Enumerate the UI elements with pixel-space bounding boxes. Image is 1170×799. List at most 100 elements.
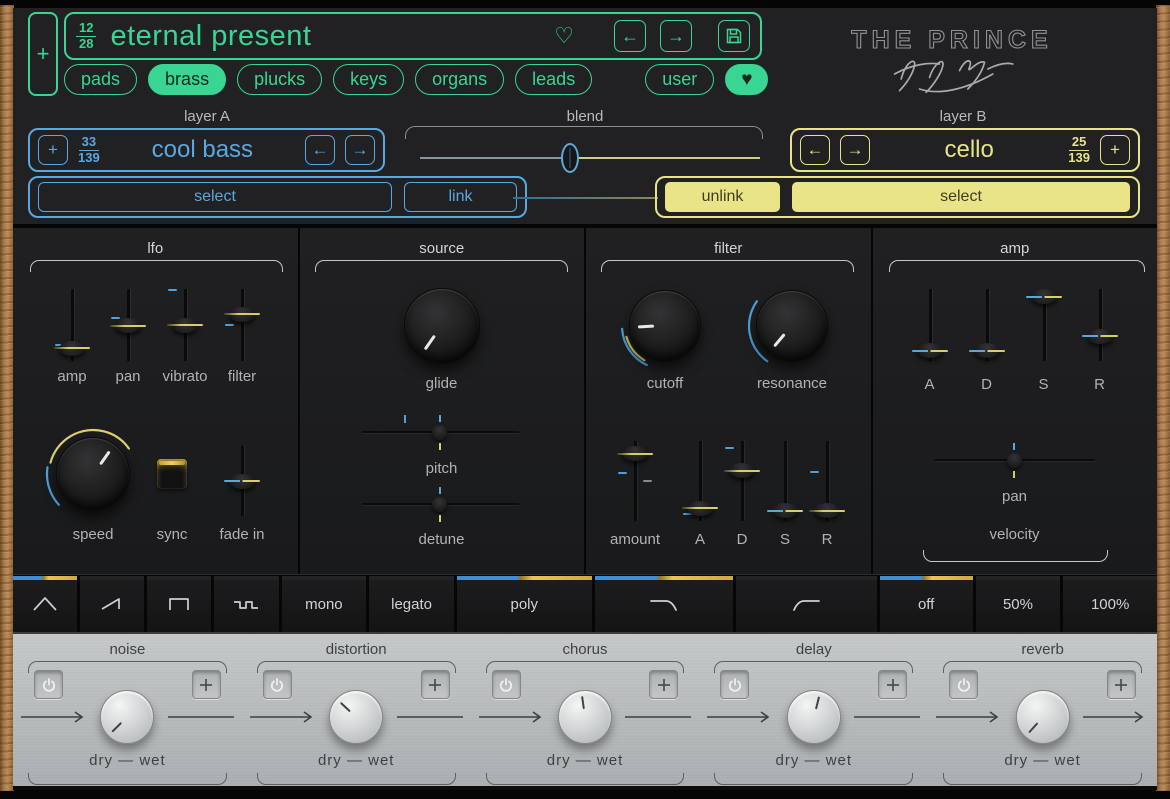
slider-handle[interactable] <box>59 341 85 356</box>
filter-attack-slider[interactable] <box>678 441 722 521</box>
distortion-power-button[interactable] <box>263 670 292 699</box>
amp-sustain-slider[interactable] <box>1022 289 1066 361</box>
lfo-panel: lfo <box>13 228 298 574</box>
velocity-100-button[interactable]: 100% <box>1063 576 1157 632</box>
distortion-drywet-knob[interactable] <box>329 690 383 744</box>
pitch-slider[interactable] <box>362 424 519 440</box>
velocity-50-button[interactable]: 50% <box>976 576 1061 632</box>
slider-handle[interactable] <box>729 463 755 478</box>
unlink-button[interactable]: unlink <box>665 182 780 212</box>
next-preset-button[interactable]: → <box>660 20 692 52</box>
amp-pan-slider[interactable] <box>935 452 1095 468</box>
reverb-drywet-knob[interactable] <box>1016 690 1070 744</box>
slider-handle[interactable] <box>814 503 840 518</box>
slider-handle[interactable] <box>1007 453 1022 468</box>
filter-type-highpass-button[interactable] <box>736 576 877 632</box>
slider-handle[interactable] <box>1087 329 1113 344</box>
filter-amount-slider[interactable] <box>613 441 657 521</box>
noise-drywet-label: dry — wet <box>13 752 242 769</box>
filter-sustain-slider[interactable] <box>763 441 807 521</box>
delay-drywet-knob[interactable] <box>787 690 841 744</box>
lfo-shape-triangle-button[interactable] <box>13 576 77 632</box>
favorite-heart-icon[interactable]: ♡ <box>554 23 574 49</box>
prev-preset-button[interactable]: ← <box>614 20 646 52</box>
layer-b-select-button[interactable]: select <box>792 182 1130 212</box>
tab-plucks[interactable]: plucks <box>237 64 322 95</box>
distortion-add-button[interactable] <box>421 670 450 699</box>
chorus-power-button[interactable] <box>492 670 521 699</box>
tab-keys[interactable]: keys <box>333 64 404 95</box>
tab-favorites[interactable]: ♥ <box>725 64 768 95</box>
add-preset-button[interactable]: + <box>28 12 58 96</box>
slider-handle[interactable] <box>115 318 141 333</box>
layer-a-next-button[interactable]: → <box>345 135 375 165</box>
blend-slider[interactable] <box>420 150 760 166</box>
tab-pads[interactable]: pads <box>64 64 137 95</box>
link-button[interactable]: link <box>404 182 517 212</box>
reverb-add-button[interactable] <box>1107 670 1136 699</box>
chorus-drywet-knob[interactable] <box>558 690 612 744</box>
noise-power-button[interactable] <box>34 670 63 699</box>
slider-handle[interactable] <box>229 307 255 322</box>
layer-a-name[interactable]: cool bass <box>110 136 295 164</box>
plus-icon <box>199 678 213 692</box>
noise-add-button[interactable] <box>192 670 221 699</box>
voice-mode-mono-button[interactable]: mono <box>282 576 367 632</box>
slider-handle[interactable] <box>687 501 713 516</box>
layer-b-name[interactable]: cello <box>880 136 1058 164</box>
preset-name[interactable]: eternal present <box>110 20 540 53</box>
lfo-amp-slider[interactable] <box>50 289 94 361</box>
detune-slider[interactable] <box>362 496 519 512</box>
header-section: + 12 28 eternal present ♡ ← → <box>13 8 1157 228</box>
lfo-vibrato-slider[interactable] <box>163 289 207 361</box>
tab-organs[interactable]: organs <box>415 64 504 95</box>
slider-handle[interactable] <box>772 503 798 518</box>
layer-tick <box>404 415 406 423</box>
layer-b-prev-button[interactable]: ← <box>800 135 830 165</box>
lfo-pan-slider[interactable] <box>106 289 150 361</box>
filter-decay-slider[interactable] <box>720 441 764 521</box>
slider-handle[interactable] <box>622 446 648 461</box>
delay-power-button[interactable] <box>720 670 749 699</box>
slider-handle[interactable] <box>229 474 255 489</box>
voice-mode-poly-button[interactable]: poly <box>457 576 592 632</box>
slider-handle[interactable] <box>172 318 198 333</box>
voice-mode-legato-button[interactable]: legato <box>369 576 454 632</box>
amp-attack-slider[interactable] <box>908 289 952 361</box>
velocity-off-button[interactable]: off <box>880 576 973 632</box>
layer-a-select-button[interactable]: select <box>38 182 392 212</box>
slider-handle[interactable] <box>432 425 447 440</box>
lfo-shape-pulse-button[interactable] <box>214 576 278 632</box>
layer-b-add-button[interactable]: + <box>1100 135 1130 165</box>
tab-user[interactable]: user <box>645 64 714 95</box>
noise-drywet-knob[interactable] <box>100 690 154 744</box>
tab-leads[interactable]: leads <box>515 64 592 95</box>
amp-decay-slider[interactable] <box>965 289 1009 361</box>
slider-handle[interactable] <box>1031 289 1057 304</box>
lfo-shape-square-button[interactable] <box>147 576 211 632</box>
filter-type-lowpass-button[interactable] <box>595 576 733 632</box>
lfo-filter-slider[interactable] <box>220 289 264 361</box>
chorus-add-button[interactable] <box>649 670 678 699</box>
slider-handle[interactable] <box>917 343 943 358</box>
synth-section: lfo <box>13 228 1157 574</box>
filter-release-slider[interactable] <box>805 441 849 521</box>
delay-add-button[interactable] <box>878 670 907 699</box>
fade-in-slider[interactable] <box>220 446 264 516</box>
amp-release-slider[interactable] <box>1078 289 1122 361</box>
speed-knob[interactable] <box>56 437 130 511</box>
layer-a-prev-button[interactable]: ← <box>305 135 335 165</box>
resonance-knob[interactable] <box>756 290 828 362</box>
slider-handle[interactable] <box>432 497 447 512</box>
lfo-shape-saw-button[interactable] <box>80 576 144 632</box>
tab-brass[interactable]: brass <box>148 64 226 95</box>
blend-handle[interactable] <box>561 143 579 173</box>
reverb-power-button[interactable] <box>949 670 978 699</box>
sync-toggle[interactable] <box>157 459 187 489</box>
layer-b-next-button[interactable]: → <box>840 135 870 165</box>
cutoff-knob[interactable] <box>629 290 701 362</box>
save-preset-button[interactable] <box>718 20 750 52</box>
layer-a-add-button[interactable]: + <box>38 135 68 165</box>
glide-knob[interactable] <box>404 288 480 364</box>
slider-handle[interactable] <box>974 343 1000 358</box>
